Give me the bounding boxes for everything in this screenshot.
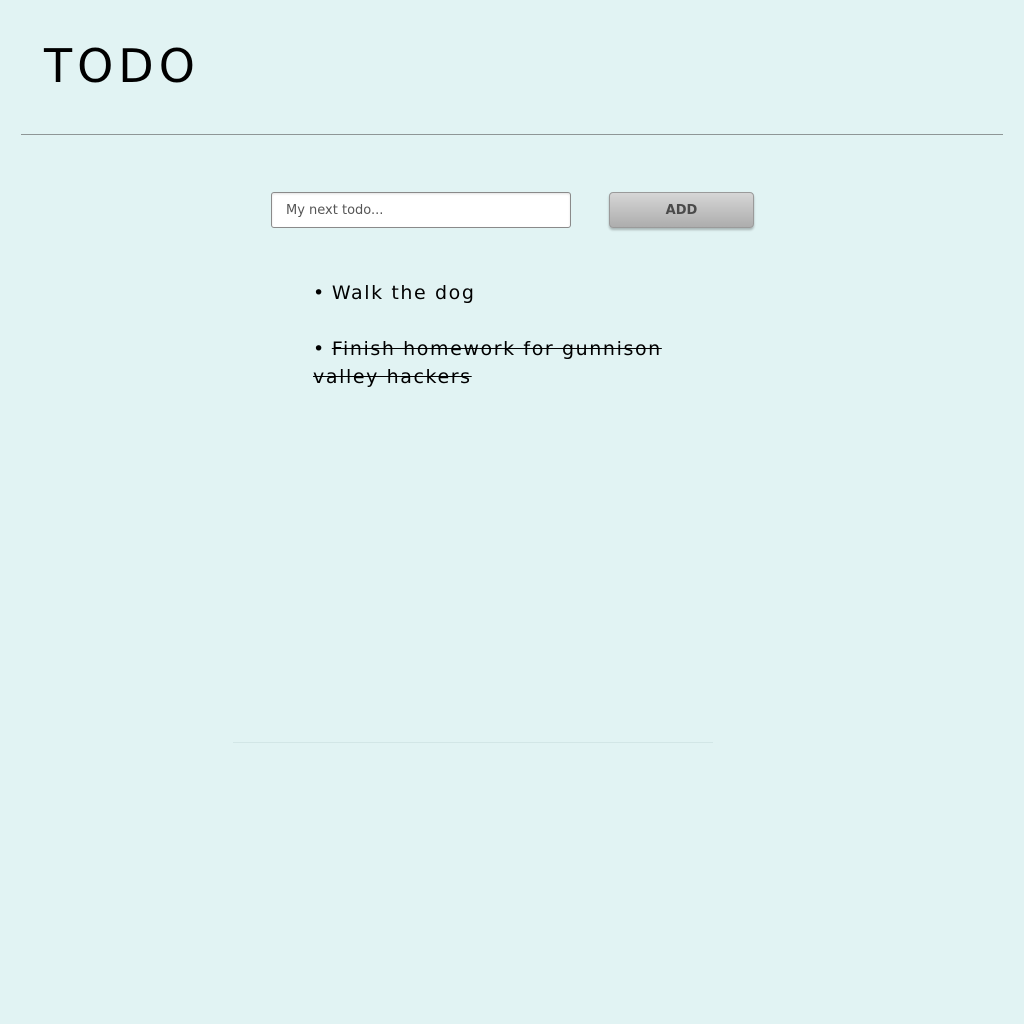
- bullet-icon: •: [313, 282, 326, 304]
- header-divider: [21, 134, 1003, 135]
- bullet-icon: •: [313, 338, 326, 360]
- footer-divider: [233, 742, 713, 743]
- todo-list: • Walk the dog • Finish homework for gunni…: [313, 279, 713, 419]
- todo-text: Finish homework for gunnison valley hack…: [313, 338, 662, 388]
- todo-item-completed[interactable]: • Finish homework for gunnison valley hac…: [313, 335, 713, 391]
- todo-item[interactable]: • Walk the dog: [313, 279, 713, 307]
- app-title: TODO: [44, 39, 200, 93]
- todo-text: Walk the dog: [331, 282, 476, 304]
- add-button[interactable]: ADD: [609, 192, 754, 228]
- todo-input[interactable]: [271, 192, 571, 228]
